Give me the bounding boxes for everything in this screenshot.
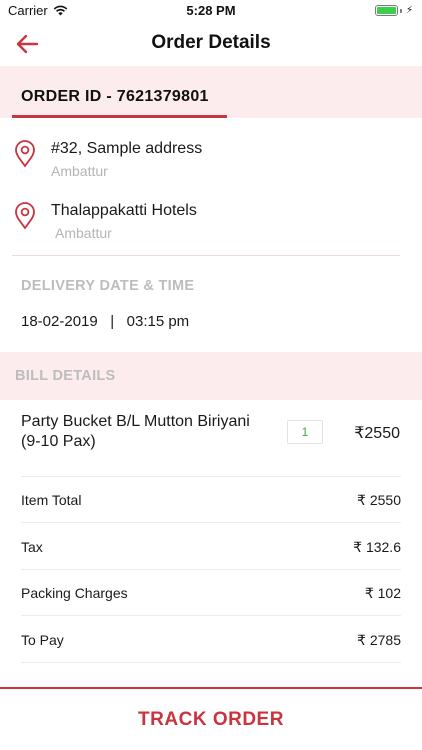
- track-order-button[interactable]: TRACK ORDER: [0, 709, 422, 731]
- battery-icon: ⚡: [374, 5, 413, 16]
- item-price: ₹2550: [354, 425, 400, 442]
- bill-line-value: ₹ 2785: [357, 632, 401, 648]
- delivery-section-label: DELIVERY DATE & TIME: [21, 278, 195, 294]
- bill-divider: [21, 615, 401, 616]
- restaurant-address: Thalappakatti Hotels Ambattur: [0, 198, 422, 248]
- footer-bar: TRACK ORDER: [0, 687, 422, 750]
- delivery-date-time: 18-02-2019 | 03:15 pm: [21, 313, 190, 330]
- order-id-underline: [12, 115, 227, 118]
- bill-line-value: ₹ 132.6: [353, 539, 401, 555]
- bill-line-value: ₹ 102: [364, 585, 401, 601]
- bill-divider: [21, 476, 401, 477]
- item-name: Party Bucket B/L Mutton Biriyani (9-10 P…: [21, 413, 250, 450]
- location-pin-icon: [15, 202, 35, 229]
- restaurant-name: Thalappakatti Hotels: [51, 202, 197, 219]
- delivery-address: #32, Sample address Ambattur: [0, 136, 422, 186]
- order-id: ORDER ID - 7621379801: [21, 88, 209, 105]
- bill-divider: [21, 522, 401, 523]
- bill-line-tax: Tax ₹ 132.6: [21, 539, 401, 585]
- bill-divider: [21, 662, 401, 663]
- address-subtitle: Ambattur: [51, 163, 108, 179]
- address-title: #32, Sample address: [51, 140, 203, 157]
- bill-divider: [21, 569, 401, 570]
- bill-line-label: Tax: [21, 539, 43, 555]
- status-bar: Carrier 5:28 PM ⚡: [0, 0, 422, 22]
- nav-bar: Order Details: [0, 22, 422, 66]
- page-title: Order Details: [151, 32, 271, 53]
- bill-line-label: Packing Charges: [21, 585, 128, 601]
- location-pin-icon: [15, 140, 35, 167]
- bill-line-item-total: Item Total ₹ 2550: [21, 492, 401, 538]
- bill-details-band: BILL DETAILS: [0, 352, 422, 400]
- status-time: 5:28 PM: [186, 3, 236, 18]
- charging-icon: ⚡: [405, 5, 413, 16]
- quantity-box: 1: [287, 420, 323, 444]
- restaurant-area: Ambattur: [55, 225, 112, 241]
- bill-section-label: BILL DETAILS: [15, 368, 116, 384]
- bill-line-label: To Pay: [21, 632, 64, 648]
- section-divider: [12, 255, 400, 256]
- bill-line-packing-charges: Packing Charges ₹ 102: [21, 585, 401, 631]
- bill-line-value: ₹ 2550: [357, 492, 401, 508]
- order-id-band: ORDER ID - 7621379801: [0, 66, 422, 118]
- bill-line-label: Item Total: [21, 492, 82, 508]
- bill-line-to-pay: To Pay ₹ 2785: [21, 632, 401, 678]
